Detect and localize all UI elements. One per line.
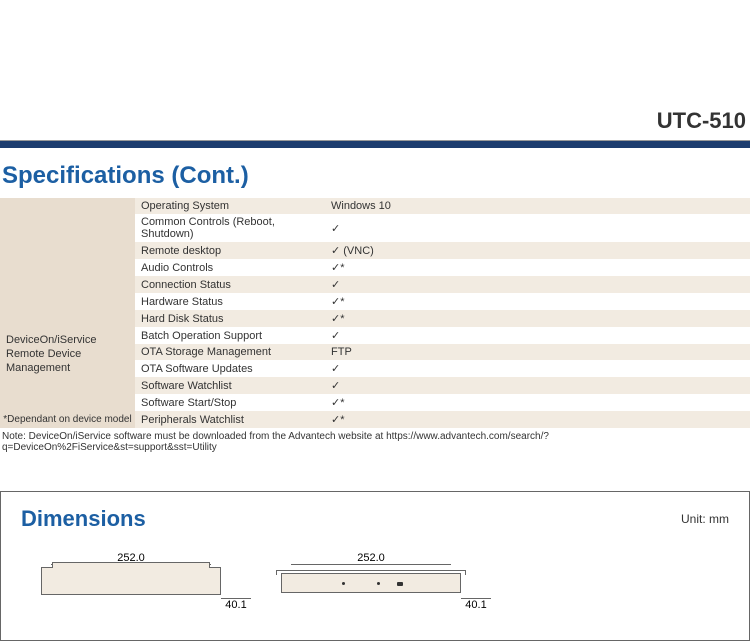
spec-value: ✓ (VNC) [325,242,750,259]
spec-value: ✓* [325,293,750,310]
spec-value: FTP [325,344,750,360]
group-title: DeviceOn/iService [6,251,129,347]
spec-label: Peripherals Watchlist [135,411,325,428]
spec-label: Batch Operation Support [135,327,325,344]
spec-value: ✓ [325,327,750,344]
title-bar [0,140,750,148]
table-row: DeviceOn/iServiceRemote Device Managemen… [0,198,750,214]
spec-label: Hardware Status [135,293,325,310]
dimensions-unit: Unit: mm [681,512,729,526]
specs-heading: Specifications (Cont.) [0,158,750,198]
spec-label: Software Watchlist [135,377,325,394]
spec-value: ✓ [325,360,750,377]
group-footnote: *Dependant on device model [0,413,135,426]
table-footnote: Note: DeviceOn/iService software must be… [0,428,750,456]
spec-value: ✓* [325,310,750,327]
front-depth-label: 40.1 [221,598,251,611]
spec-label: Operating System [135,198,325,214]
spec-label: OTA Storage Management [135,344,325,360]
rear-depth-label: 40.1 [461,598,491,611]
spec-label: Connection Status [135,276,325,293]
product-title: UTC-510 [0,100,750,140]
group-subtitle: Remote Device Management [6,347,129,376]
spec-value: ✓ [325,214,750,242]
spec-value: ✓ [325,377,750,394]
group-cell: DeviceOn/iServiceRemote Device Managemen… [0,198,135,428]
dimensions-section: Dimensions Unit: mm 252.0 40.1 252.0 40.… [0,491,750,641]
spec-value: ✓* [325,411,750,428]
spec-label: OTA Software Updates [135,360,325,377]
spec-value: ✓* [325,259,750,276]
spec-value: Windows 10 [325,198,750,214]
spec-label: Hard Disk Status [135,310,325,327]
spec-label: Remote desktop [135,242,325,259]
spec-label: Common Controls (Reboot, Shutdown) [135,214,325,242]
spec-label: Audio Controls [135,259,325,276]
front-view-drawing: 252.0 40.1 [41,552,221,595]
spec-value: ✓ [325,276,750,293]
rear-width-label: 252.0 [291,552,451,565]
spec-value: ✓* [325,394,750,411]
rear-view-drawing: 252.0 40.1 [281,552,461,595]
spec-table: DeviceOn/iServiceRemote Device Managemen… [0,198,750,428]
spec-label: Software Start/Stop [135,394,325,411]
dimensions-heading: Dimensions [21,506,146,532]
